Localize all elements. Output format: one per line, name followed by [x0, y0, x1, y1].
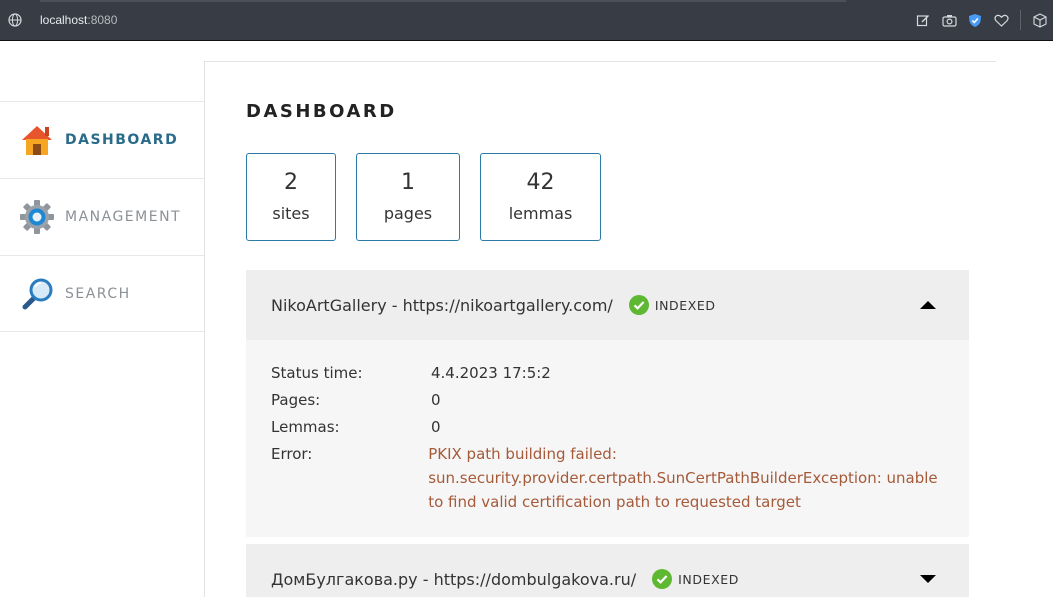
detail-row-error: Error: PKIX path building failed: sun.se… — [271, 442, 944, 514]
check-circle-icon — [652, 569, 673, 589]
globe-icon — [8, 13, 22, 27]
sidebar-item-label: SEARCH — [65, 285, 131, 302]
main-panel: DASHBOARD 2 sites 1 pages 42 lemmas Niko… — [204, 61, 996, 597]
detail-row-lemmas: Lemmas: 0 — [271, 415, 944, 439]
status-badge: INDEXED — [652, 569, 739, 589]
site-header[interactable]: NikoArtGallery - https://nikoartgallery.… — [246, 270, 969, 340]
toolbar-separator — [1020, 10, 1021, 30]
site-name: NikoArtGallery - https://nikoartgallery.… — [271, 295, 613, 315]
check-circle-icon — [628, 295, 649, 315]
sidebar-item-dashboard[interactable]: DASHBOARD — [0, 101, 204, 178]
shield-icon[interactable] — [962, 9, 988, 31]
expand-arrow-icon[interactable] — [920, 575, 936, 583]
detail-value: 0 — [431, 418, 441, 436]
stats-row: 2 sites 1 pages 42 lemmas — [246, 153, 621, 241]
status-text: INDEXED — [678, 571, 739, 587]
sidebar-item-search[interactable]: SEARCH — [0, 255, 204, 332]
camera-icon[interactable] — [936, 9, 962, 31]
site-card: ДомБулгакова.ру - https://dombulgakova.r… — [246, 544, 969, 597]
stat-label: sites — [272, 203, 310, 223]
url-host: localhost — [40, 13, 88, 27]
home-icon — [19, 122, 55, 158]
tab-strip-line — [40, 0, 846, 2]
gear-icon — [19, 199, 55, 235]
sidebar-item-label: MANAGEMENT — [65, 209, 182, 225]
detail-row-pages: Pages: 0 — [271, 388, 944, 412]
status-text: INDEXED — [654, 297, 716, 313]
error-message: PKIX path building failed: sun.security.… — [428, 445, 938, 511]
stat-value: 42 — [526, 169, 555, 195]
stat-label: pages — [383, 203, 433, 223]
site-name: ДомБулгакова.ру - https://dombulgakova.r… — [271, 569, 637, 589]
heart-icon[interactable] — [988, 9, 1014, 31]
stat-sites: 2 sites — [246, 153, 336, 241]
browser-toolbar: localhost:8080 — [0, 0, 1053, 41]
address-bar[interactable]: localhost:8080 — [40, 13, 117, 27]
detail-label: Status time: — [271, 364, 363, 382]
site-card: NikoArtGallery - https://nikoartgallery.… — [246, 270, 969, 537]
detail-label: Lemmas: — [271, 418, 340, 436]
detail-row-status-time: Status time: 4.4.2023 17:5:2 — [271, 361, 944, 385]
site-header[interactable]: ДомБулгакова.ру - https://dombulgakova.r… — [246, 544, 969, 597]
site-details: Status time: 4.4.2023 17:5:2 Pages: 0 Le… — [246, 340, 969, 537]
sidebar-nav: DASHBOARD MANAGEMENT SEARCH — [0, 101, 204, 332]
magnifier-icon — [19, 276, 55, 312]
extension-cube-icon[interactable] — [1027, 9, 1053, 31]
detail-value: 0 — [431, 391, 441, 409]
url-port: :8080 — [87, 13, 118, 27]
stat-value: 1 — [401, 169, 415, 195]
stat-pages: 1 pages — [356, 153, 460, 241]
status-badge: INDEXED — [628, 295, 716, 315]
stat-value: 2 — [284, 169, 298, 195]
page-title: DASHBOARD — [246, 101, 397, 122]
stat-lemmas: 42 lemmas — [480, 153, 601, 241]
edit-icon[interactable] — [910, 9, 936, 31]
detail-label: Pages: — [271, 391, 321, 409]
sidebar-item-management[interactable]: MANAGEMENT — [0, 178, 204, 255]
detail-label: Error: — [271, 445, 313, 463]
detail-value: 4.4.2023 17:5:2 — [431, 364, 551, 382]
collapse-arrow-icon[interactable] — [920, 301, 936, 309]
stat-label: lemmas — [508, 203, 573, 223]
sidebar-item-label: DASHBOARD — [65, 132, 179, 148]
